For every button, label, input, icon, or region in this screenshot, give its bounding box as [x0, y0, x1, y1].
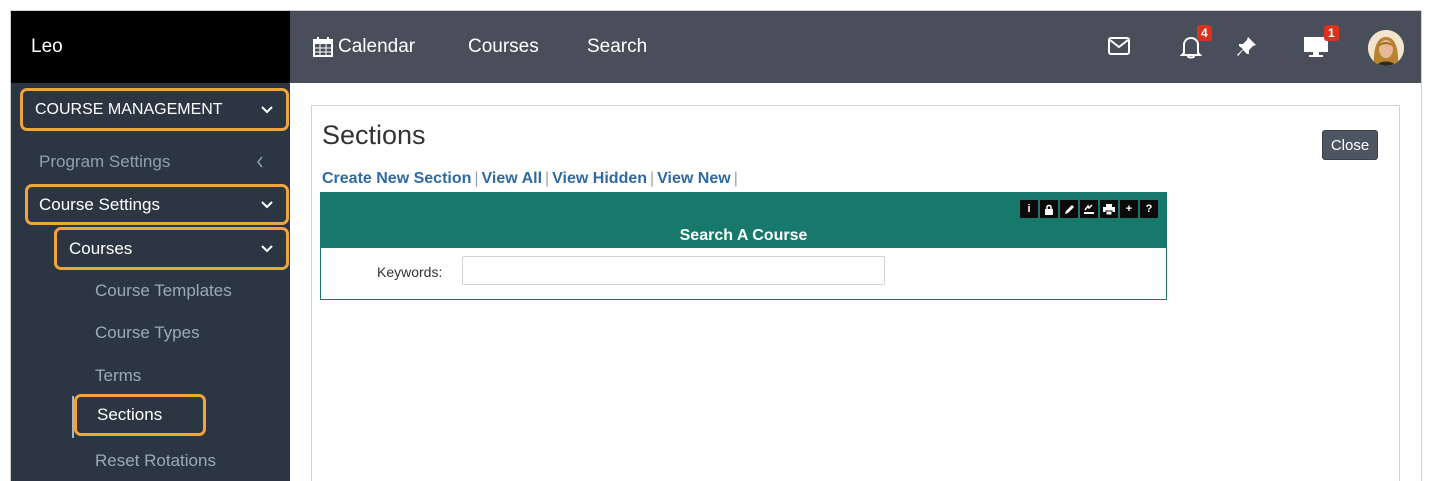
- calendar-link[interactable]: Calendar: [312, 11, 415, 83]
- sidebar-item-course-types[interactable]: Course Types: [95, 323, 200, 343]
- notifications-badge: 4: [1197, 25, 1212, 41]
- create-new-section-link[interactable]: Create New Section: [322, 170, 471, 187]
- action-links: Create New Section | View All | View Hidden |…: [322, 170, 741, 188]
- chevron-down-icon: [260, 103, 274, 117]
- sidebar-item-course-settings[interactable]: Course Settings: [25, 184, 289, 225]
- separator: |: [650, 170, 655, 187]
- sidebar-item-reset-rotations[interactable]: Reset Rotations: [95, 451, 216, 471]
- sidebar-item-label: COURSE MANAGEMENT: [35, 100, 223, 118]
- pin-icon[interactable]: [1237, 37, 1257, 62]
- sidebar-item-courses[interactable]: Courses: [54, 227, 289, 270]
- signature-icon[interactable]: [1080, 200, 1098, 218]
- sidebar-item-label: Program Settings: [39, 152, 171, 171]
- courses-link[interactable]: Courses: [468, 11, 539, 83]
- sidebar-item-label: Sections: [97, 405, 163, 424]
- lock-icon[interactable]: [1040, 200, 1058, 218]
- sidebar-item-sections[interactable]: Sections: [74, 394, 206, 436]
- sidebar-item-course-management[interactable]: COURSE MANAGEMENT: [20, 88, 289, 131]
- content-panel: Sections Close Create New Section | View A…: [311, 105, 1400, 481]
- pencil-icon[interactable]: [1060, 200, 1078, 218]
- sidebar-item-course-templates[interactable]: Course Templates: [95, 281, 232, 301]
- envelope-icon[interactable]: [1108, 37, 1130, 60]
- keywords-input[interactable]: [462, 256, 885, 285]
- plus-icon[interactable]: +: [1120, 200, 1138, 218]
- search-box-header: i + ? Search A Course: [321, 193, 1166, 248]
- separator: |: [545, 170, 550, 187]
- keywords-label: Keywords:: [377, 264, 443, 280]
- separator: |: [474, 170, 479, 187]
- brand-name: Leo: [11, 11, 290, 83]
- toolbar-icons: i + ?: [1020, 200, 1158, 218]
- chevron-down-icon: [260, 198, 274, 212]
- view-all-link[interactable]: View All: [482, 170, 542, 187]
- search-link[interactable]: Search: [587, 11, 647, 83]
- search-course-box: i + ? Search A Course Keywords:: [320, 192, 1167, 300]
- calendar-label: Calendar: [338, 36, 416, 57]
- sidebar-item-label: Course Settings: [39, 194, 160, 214]
- sidebar: Leo COURSE MANAGEMENT Program Settings C…: [11, 11, 290, 481]
- info-icon[interactable]: i: [1020, 200, 1038, 218]
- top-navbar: Calendar Courses Search 4 1: [290, 11, 1421, 83]
- chevron-down-icon: [260, 242, 274, 256]
- app-window: Leo COURSE MANAGEMENT Program Settings C…: [10, 10, 1422, 481]
- sidebar-item-terms[interactable]: Terms: [95, 366, 141, 386]
- user-avatar[interactable]: [1368, 30, 1404, 66]
- monitor-badge: 1: [1324, 25, 1339, 41]
- sidebar-item-program-settings[interactable]: Program Settings: [39, 142, 279, 182]
- chevron-left-icon: [253, 155, 267, 169]
- search-box-title: Search A Course: [679, 227, 808, 244]
- page-title: Sections: [322, 120, 426, 150]
- close-button[interactable]: Close: [1322, 130, 1378, 160]
- view-new-link[interactable]: View New: [657, 170, 731, 187]
- help-icon[interactable]: ?: [1140, 200, 1158, 218]
- separator: |: [733, 170, 738, 187]
- view-hidden-link[interactable]: View Hidden: [552, 170, 647, 187]
- calendar-icon: [312, 36, 334, 58]
- print-icon[interactable]: [1100, 200, 1118, 218]
- sidebar-item-label: Courses: [69, 238, 133, 258]
